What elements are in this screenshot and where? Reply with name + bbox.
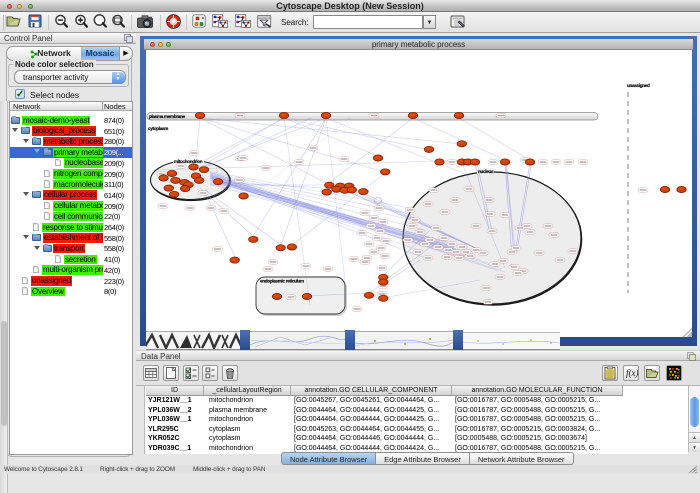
- svg-text:f(x): f(x): [626, 368, 638, 378]
- svg-text:unassigned: unassigned: [627, 83, 650, 88]
- svg-text:plasma membrane: plasma membrane: [149, 114, 186, 119]
- svg-text:nucleus: nucleus: [478, 169, 494, 174]
- svg-text:endoplasmic reticulum: endoplasmic reticulum: [260, 279, 304, 284]
- svg-text:mitochondrion: mitochondrion: [174, 159, 203, 164]
- svg-text:cytoplasm: cytoplasm: [148, 126, 168, 131]
